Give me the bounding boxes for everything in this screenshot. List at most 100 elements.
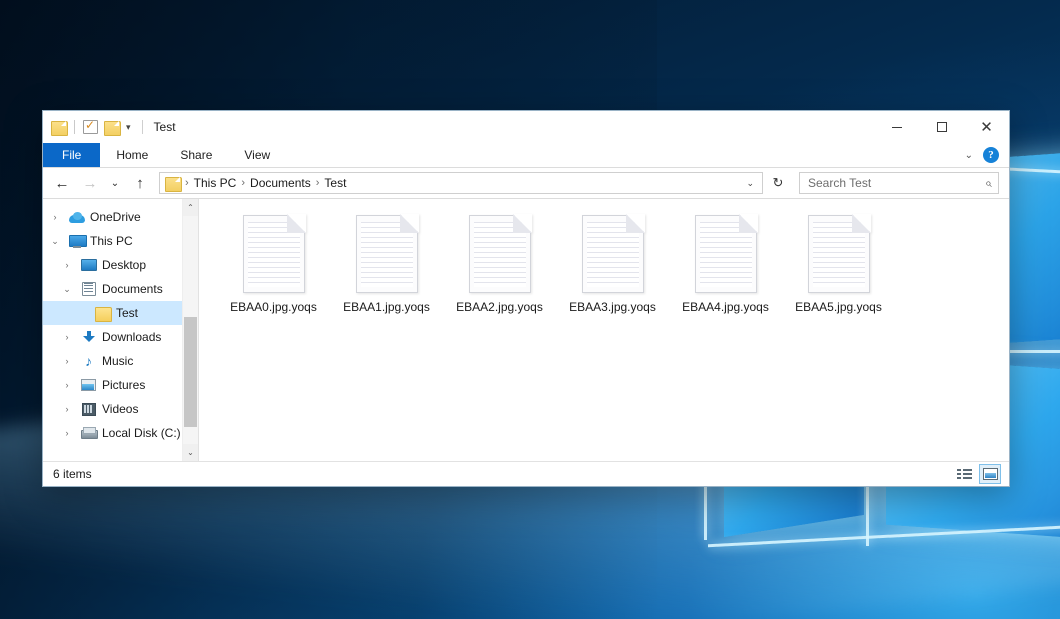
sidebar-item-this-pc[interactable]: ⌄ This PC [43, 229, 198, 253]
chevron-right-icon[interactable]: › [59, 260, 75, 270]
documents-icon [80, 282, 97, 296]
file-name: EBAA4.jpg.yoqs [682, 300, 769, 314]
sidebar-item-downloads[interactable]: › Downloads [43, 325, 198, 349]
chevron-down-icon[interactable]: ⌄ [47, 236, 63, 247]
file-name: EBAA0.jpg.yoqs [230, 300, 317, 314]
details-view-icon [957, 469, 972, 480]
scroll-up-button[interactable]: ⌃ [183, 199, 198, 216]
address-bar-row: ← → ⌄ ↑ › This PC › Documents › Test ⌄ ↻… [43, 168, 1009, 198]
tab-view[interactable]: View [228, 143, 286, 167]
sidebar-item-label: Desktop [102, 258, 146, 272]
chevron-right-icon[interactable]: › [59, 428, 75, 438]
list-item[interactable]: EBAA5.jpg.yoqs [782, 213, 895, 335]
sidebar-item-label: Documents [102, 282, 163, 296]
close-icon: ✕ [980, 120, 993, 135]
pictures-icon [80, 379, 97, 391]
chevron-right-icon[interactable]: › [59, 332, 75, 342]
breadcrumb-documents[interactable]: Documents [246, 173, 315, 193]
list-item[interactable]: EBAA0.jpg.yoqs [217, 213, 330, 335]
folder-icon [94, 307, 111, 320]
sidebar-item-videos[interactable]: › Videos [43, 397, 198, 421]
sidebar-item-label: Local Disk (C:) [102, 426, 181, 440]
new-folder-icon[interactable] [104, 121, 119, 134]
window-controls: ✕ [874, 111, 1009, 143]
document-icon [582, 215, 644, 293]
chevron-down-icon[interactable]: ⌄ [59, 284, 75, 295]
sidebar-item-onedrive[interactable]: › OneDrive [43, 205, 198, 229]
forward-button: → [77, 171, 103, 195]
ribbon-right-controls: ⌄ ? [965, 143, 1009, 167]
sidebar-item-label: Downloads [102, 330, 161, 344]
details-view-button[interactable] [953, 464, 975, 484]
onedrive-icon [68, 212, 85, 223]
disk-icon [80, 427, 97, 439]
help-icon[interactable]: ? [983, 147, 999, 163]
sidebar-item-music[interactable]: › ♪ Music [43, 349, 198, 373]
sidebar-item-desktop[interactable]: › Desktop [43, 253, 198, 277]
back-button[interactable]: ← [49, 171, 75, 195]
quick-access-toolbar: ▾ [43, 120, 132, 134]
title-bar: ▾ Test ✕ [43, 111, 1009, 143]
close-button[interactable]: ✕ [964, 111, 1009, 143]
tab-file[interactable]: File [43, 143, 100, 167]
search-icon[interactable]: ⌕ [985, 176, 992, 191]
explorer-body: › OneDrive ⌄ This PC › Desktop ⌄ [43, 198, 1009, 461]
document-icon [808, 215, 870, 293]
chevron-right-icon[interactable]: › [59, 380, 75, 390]
navigation-pane: › OneDrive ⌄ This PC › Desktop ⌄ [43, 199, 199, 461]
list-item[interactable]: EBAA3.jpg.yoqs [556, 213, 669, 335]
expand-ribbon-icon[interactable]: ⌄ [965, 150, 973, 161]
folder-icon[interactable] [165, 177, 180, 190]
list-item[interactable]: EBAA1.jpg.yoqs [330, 213, 443, 335]
chevron-down-icon[interactable]: ⌄ [740, 178, 760, 189]
sidebar-item-pictures[interactable]: › Pictures [43, 373, 198, 397]
sidebar-item-documents[interactable]: ⌄ Documents [43, 277, 198, 301]
file-name: EBAA5.jpg.yoqs [795, 300, 882, 314]
up-button[interactable]: ↑ [127, 171, 153, 195]
chevron-right-icon[interactable]: › [47, 212, 63, 222]
downloads-icon [80, 330, 97, 344]
address-bar[interactable]: › This PC › Documents › Test ⌄ [159, 172, 763, 194]
scrollbar-thumb[interactable] [184, 317, 197, 427]
navigation-scrollbar[interactable]: ⌃ ⌄ [182, 199, 198, 461]
folder-icon[interactable] [51, 121, 66, 134]
ribbon-tab-bar: File Home Share View ⌄ ? [43, 143, 1009, 168]
tab-share[interactable]: Share [164, 143, 228, 167]
desktop: ▾ Test ✕ File Home Share View ⌄ [0, 0, 1060, 619]
search-box[interactable]: ⌕ [799, 172, 999, 194]
view-buttons [953, 464, 1001, 484]
file-list-view[interactable]: EBAA0.jpg.yoqs EBAA1.jpg.yoqs EBAA2.jpg.… [199, 199, 1009, 461]
sidebar-item-label: OneDrive [90, 210, 141, 224]
breadcrumb-this-pc[interactable]: This PC [190, 173, 241, 193]
large-icons-view-icon [983, 468, 998, 480]
desktop-icon [80, 259, 97, 271]
document-icon [243, 215, 305, 293]
properties-checkbox-icon[interactable] [83, 120, 98, 134]
sidebar-item-label: Pictures [102, 378, 145, 392]
tab-home[interactable]: Home [100, 143, 164, 167]
maximize-button[interactable] [919, 111, 964, 143]
sidebar-item-test[interactable]: Test [43, 301, 198, 325]
refresh-button[interactable]: ↻ [767, 172, 789, 194]
search-input[interactable] [808, 176, 985, 190]
large-icons-view-button[interactable] [979, 464, 1001, 484]
divider [74, 120, 75, 134]
sidebar-item-local-disk[interactable]: › Local Disk (C:) [43, 421, 198, 445]
scroll-down-button[interactable]: ⌄ [183, 444, 198, 461]
list-item[interactable]: EBAA2.jpg.yoqs [443, 213, 556, 335]
list-item[interactable]: EBAA4.jpg.yoqs [669, 213, 782, 335]
chevron-right-icon[interactable]: › [59, 404, 75, 414]
minimize-icon [892, 127, 902, 128]
file-explorer-window: ▾ Test ✕ File Home Share View ⌄ [42, 110, 1010, 487]
window-title: Test [142, 120, 176, 134]
sidebar-item-label: Music [102, 354, 133, 368]
chevron-right-icon[interactable]: › [59, 356, 75, 366]
chevron-down-icon[interactable]: ▾ [125, 123, 132, 132]
maximize-icon [937, 122, 947, 132]
minimize-button[interactable] [874, 111, 919, 143]
this-pc-icon [68, 235, 85, 248]
breadcrumb-test[interactable]: Test [320, 173, 350, 193]
music-icon: ♪ [80, 354, 97, 368]
file-name: EBAA1.jpg.yoqs [343, 300, 430, 314]
recent-locations-button[interactable]: ⌄ [105, 171, 125, 195]
